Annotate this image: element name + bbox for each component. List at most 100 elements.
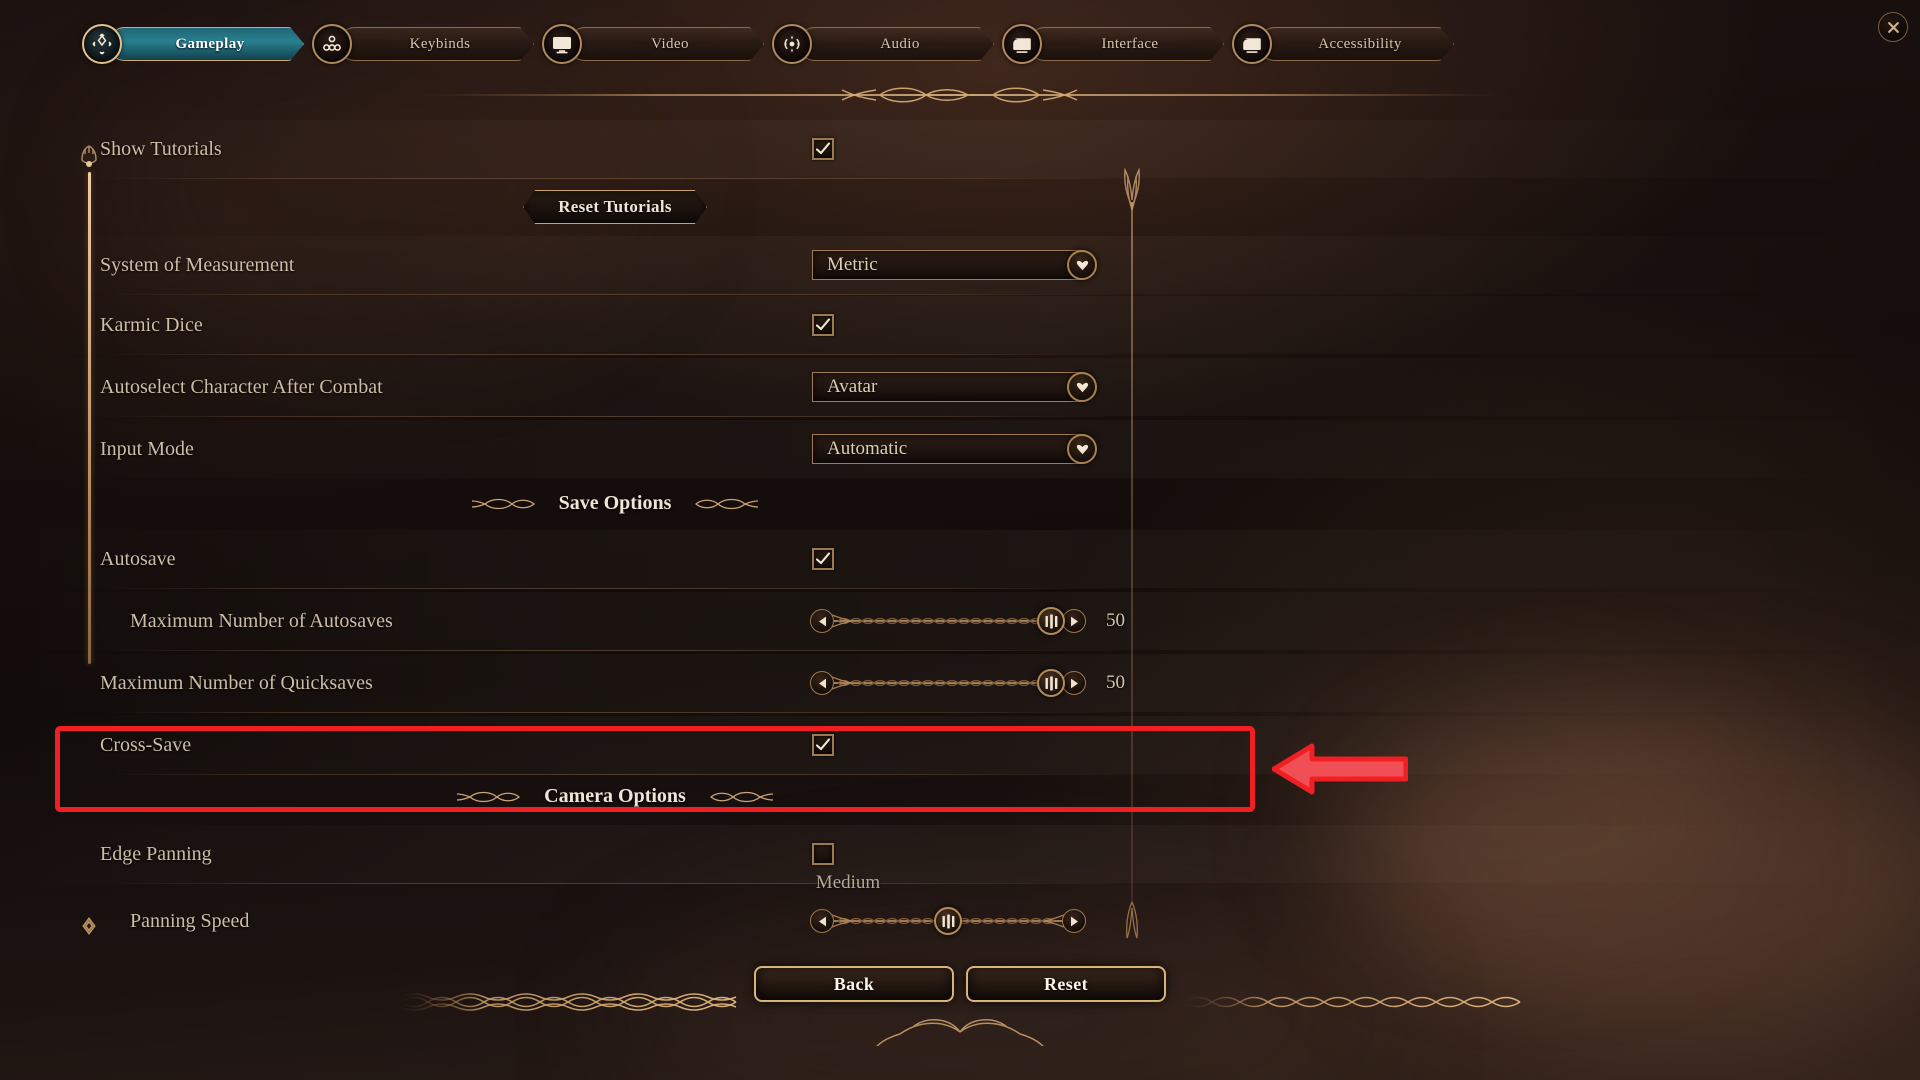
heading-flourish-left (471, 498, 535, 509)
check-icon (815, 552, 831, 565)
setting-label: Panning Speed (130, 909, 250, 932)
section-heading-text: Save Options (558, 492, 672, 514)
setting-row-show-tutorials: Show Tutorials (100, 120, 1230, 178)
keybinds-keys-icon (312, 24, 352, 64)
autosave-checkbox[interactable] (812, 548, 834, 570)
setting-control (812, 734, 834, 756)
tab-label: Accessibility (1318, 35, 1402, 52)
row-separator (100, 294, 1130, 295)
tab-interface[interactable]: Interface (1002, 24, 1224, 64)
row-separator (100, 588, 1130, 589)
settings-content: Show Tutorials Reset Tutorials System of… (0, 120, 1920, 980)
back-button[interactable]: Back (754, 966, 954, 1002)
gameplay-dice-icon (82, 24, 122, 64)
setting-row-cross-save: Cross-Save (100, 716, 1230, 774)
footer-ornament (399, 993, 1521, 1046)
tab-video-body[interactable]: Video (568, 27, 764, 61)
tab-audio[interactable]: Audio (772, 24, 994, 64)
tab-gameplay[interactable]: Gameplay (82, 24, 304, 64)
slider-increment-button[interactable] (1062, 609, 1086, 633)
check-icon (815, 738, 831, 751)
tab-audio-body[interactable]: Audio (798, 27, 994, 61)
max-quicksaves-value: 50 (1106, 672, 1125, 693)
chevron-down-icon[interactable] (1067, 372, 1097, 402)
tab-keybinds-body[interactable]: Keybinds (338, 27, 534, 61)
setting-control (812, 548, 834, 570)
panning-speed-caption: Medium (815, 872, 881, 893)
tab-interface-body[interactable]: Interface (1028, 27, 1224, 61)
tab-keybinds[interactable]: Keybinds (312, 24, 534, 64)
setting-control: 50 (810, 606, 1125, 636)
max-quicksaves-slider[interactable] (810, 668, 1086, 698)
tab-label: Interface (1101, 35, 1159, 52)
setting-row-autoselect-character: Autoselect Character After Combat Avatar (100, 358, 1230, 416)
footer-bar: Back Reset (0, 950, 1920, 1046)
show-tutorials-checkbox[interactable] (812, 138, 834, 160)
dropdown-value: Avatar (827, 376, 878, 397)
settings-screen: Gameplay Keybinds Video Audio Interface … (0, 0, 1920, 1080)
cross-save-checkbox[interactable] (812, 734, 834, 756)
section-heading-save-options: Save Options (100, 492, 1130, 515)
setting-row-edge-panning: Edge Panning (100, 825, 1230, 883)
handle-grip-icon (942, 914, 954, 928)
tab-label: Video (651, 35, 689, 52)
slider-handle[interactable] (934, 907, 962, 935)
slider-decrement-button[interactable] (810, 609, 834, 633)
heading-flourish-right (709, 791, 773, 802)
tab-accessibility-body[interactable]: Accessibility (1258, 27, 1454, 61)
section-heading-camera-options: Camera Options (100, 785, 1130, 808)
dropdown-value: Metric (827, 254, 878, 275)
setting-row-max-quicksaves: Maximum Number of Quicksaves 50 (100, 654, 1230, 712)
max-autosaves-slider[interactable] (810, 606, 1086, 636)
setting-control: Automatic (812, 434, 1097, 464)
setting-label: Autoselect Character After Combat (100, 375, 383, 398)
slider-increment-button[interactable] (1062, 671, 1086, 695)
settings-tab-bar: Gameplay Keybinds Video Audio Interface … (82, 22, 1462, 66)
edge-panning-checkbox[interactable] (812, 843, 834, 865)
slider-track[interactable] (828, 606, 1068, 636)
setting-row-input-mode: Input Mode Automatic (100, 420, 1230, 478)
setting-row-reset-tutorials: Reset Tutorials (100, 178, 1130, 236)
check-icon (815, 142, 831, 155)
reset-button[interactable]: Reset (966, 966, 1166, 1002)
karmic-dice-checkbox[interactable] (812, 314, 834, 336)
setting-label: Maximum Number of Autosaves (130, 609, 393, 632)
setting-label: Input Mode (100, 437, 194, 460)
slider-track[interactable] (828, 668, 1068, 698)
setting-control: 50 (810, 668, 1125, 698)
setting-control: Metric (812, 250, 1097, 280)
setting-label: Show Tutorials (100, 137, 222, 160)
row-separator (100, 416, 1130, 417)
row-separator (100, 650, 1130, 651)
system-of-measurement-dropdown[interactable]: Metric (812, 250, 1097, 280)
chevron-down-icon[interactable] (1067, 434, 1097, 464)
tab-label: Audio (880, 35, 920, 52)
handle-grip-icon (1045, 676, 1058, 690)
row-separator (100, 774, 1130, 775)
panning-speed-slider[interactable] (810, 906, 1086, 936)
video-monitor-icon (542, 24, 582, 64)
slider-handle[interactable] (1037, 669, 1066, 697)
setting-control (810, 906, 1086, 936)
tab-video[interactable]: Video (542, 24, 764, 64)
handle-grip-icon (1045, 614, 1058, 628)
dropdown-value: Automatic (827, 438, 908, 459)
accessibility-monitor-icon (1232, 24, 1272, 64)
tab-label: Gameplay (175, 35, 245, 52)
check-icon (815, 318, 831, 331)
section-heading-text: Camera Options (544, 785, 686, 807)
chevron-down-icon[interactable] (1067, 250, 1097, 280)
close-icon[interactable] (1878, 12, 1908, 42)
input-mode-dropdown[interactable]: Automatic (812, 434, 1097, 464)
setting-label: Cross-Save (100, 733, 192, 756)
slider-increment-button[interactable] (1062, 909, 1086, 933)
tab-accessibility[interactable]: Accessibility (1232, 24, 1454, 64)
slider-decrement-button[interactable] (810, 909, 834, 933)
max-autosaves-value: 50 (1106, 610, 1125, 631)
reset-tutorials-button[interactable]: Reset Tutorials (523, 190, 707, 224)
autoselect-character-dropdown[interactable]: Avatar (812, 372, 1097, 402)
slider-handle[interactable] (1037, 607, 1066, 635)
tab-gameplay-body[interactable]: Gameplay (108, 27, 304, 61)
setting-row-max-autosaves: Maximum Number of Autosaves 50 (100, 592, 1230, 650)
slider-decrement-button[interactable] (810, 671, 834, 695)
